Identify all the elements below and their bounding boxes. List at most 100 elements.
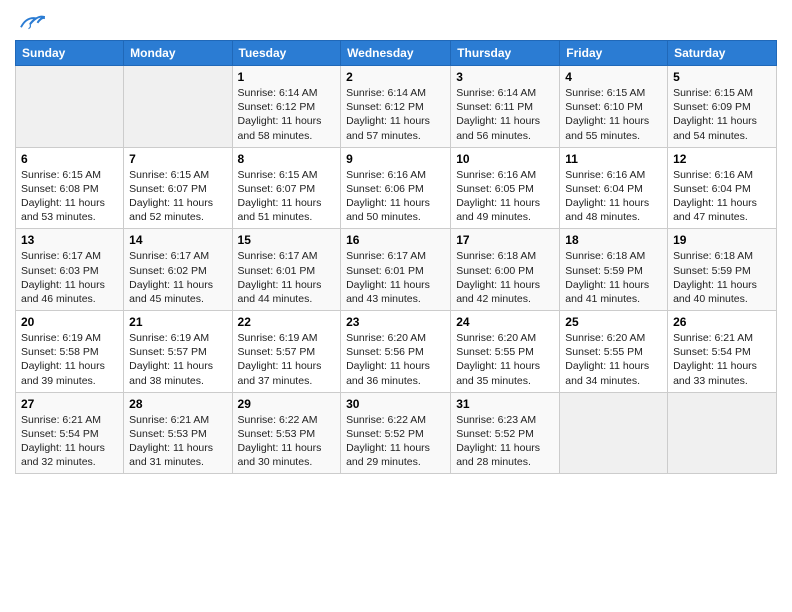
calendar-table: SundayMondayTuesdayWednesdayThursdayFrid… (15, 40, 777, 474)
weekday-header: Friday (560, 41, 668, 66)
day-info: Sunrise: 6:15 AMSunset: 6:07 PMDaylight:… (238, 168, 336, 225)
calendar-cell: 25 Sunrise: 6:20 AMSunset: 5:55 PMDayligh… (560, 311, 668, 393)
calendar-cell: 5 Sunrise: 6:15 AMSunset: 6:09 PMDaylight… (668, 66, 777, 148)
day-number: 22 (238, 315, 336, 329)
day-info: Sunrise: 6:18 AMSunset: 6:00 PMDaylight:… (456, 249, 554, 306)
calendar-cell: 26Sunrise: 6:21 AMSunset: 5:54 PMDayligh… (668, 311, 777, 393)
calendar-cell: 9 Sunrise: 6:16 AMSunset: 6:06 PMDaylight… (341, 147, 451, 229)
day-info: Sunrise: 6:19 AMSunset: 5:58 PMDaylight:… (21, 331, 118, 388)
day-number: 23 (346, 315, 445, 329)
calendar-cell: 23 Sunrise: 6:20 AMSunset: 5:56 PMDayligh… (341, 311, 451, 393)
day-info: Sunrise: 6:20 AMSunset: 5:55 PMDaylight:… (456, 331, 554, 388)
day-number: 26 (673, 315, 771, 329)
calendar-cell: 6 Sunrise: 6:15 AMSunset: 6:08 PMDaylight… (16, 147, 124, 229)
day-number: 18 (565, 233, 662, 247)
day-info: Sunrise: 6:16 AMSunset: 6:04 PMDaylight:… (673, 168, 771, 225)
weekday-header: Thursday (451, 41, 560, 66)
calendar-cell: 29 Sunrise: 6:22 AMSunset: 5:53 PMDayligh… (232, 392, 341, 474)
calendar-cell: 19 Sunrise: 6:18 AMSunset: 5:59 PMDayligh… (668, 229, 777, 311)
day-number: 4 (565, 70, 662, 84)
calendar-cell (560, 392, 668, 474)
day-number: 5 (673, 70, 771, 84)
weekday-header: Saturday (668, 41, 777, 66)
day-info: Sunrise: 6:23 AMSunset: 5:52 PMDaylight:… (456, 413, 554, 470)
weekday-header: Sunday (16, 41, 124, 66)
day-number: 15 (238, 233, 336, 247)
day-info: Sunrise: 6:22 AMSunset: 5:53 PMDaylight:… (238, 413, 336, 470)
day-info: Sunrise: 6:16 AMSunset: 6:06 PMDaylight:… (346, 168, 445, 225)
day-info: Sunrise: 6:19 AMSunset: 5:57 PMDaylight:… (129, 331, 226, 388)
day-number: 28 (129, 397, 226, 411)
calendar-cell: 17 Sunrise: 6:18 AMSunset: 6:00 PMDayligh… (451, 229, 560, 311)
day-number: 13 (21, 233, 118, 247)
day-info: Sunrise: 6:18 AMSunset: 5:59 PMDaylight:… (673, 249, 771, 306)
calendar-cell: 3 Sunrise: 6:14 AMSunset: 6:11 PMDaylight… (451, 66, 560, 148)
day-info: Sunrise: 6:17 AMSunset: 6:02 PMDaylight:… (129, 249, 226, 306)
calendar-cell: 22 Sunrise: 6:19 AMSunset: 5:57 PMDayligh… (232, 311, 341, 393)
calendar-cell: 15 Sunrise: 6:17 AMSunset: 6:01 PMDayligh… (232, 229, 341, 311)
calendar-cell: 20 Sunrise: 6:19 AMSunset: 5:58 PMDayligh… (16, 311, 124, 393)
day-number: 19 (673, 233, 771, 247)
day-number: 29 (238, 397, 336, 411)
day-info: Sunrise: 6:20 AMSunset: 5:56 PMDaylight:… (346, 331, 445, 388)
calendar-cell: 16Sunrise: 6:17 AMSunset: 6:01 PMDayligh… (341, 229, 451, 311)
calendar-cell: 1 Sunrise: 6:14 AMSunset: 6:12 PMDaylight… (232, 66, 341, 148)
day-number: 17 (456, 233, 554, 247)
day-number: 3 (456, 70, 554, 84)
calendar-cell: 31 Sunrise: 6:23 AMSunset: 5:52 PMDayligh… (451, 392, 560, 474)
calendar-cell (668, 392, 777, 474)
calendar-cell: 2 Sunrise: 6:14 AMSunset: 6:12 PMDaylight… (341, 66, 451, 148)
day-number: 8 (238, 152, 336, 166)
day-number: 2 (346, 70, 445, 84)
calendar-cell: 14 Sunrise: 6:17 AMSunset: 6:02 PMDayligh… (124, 229, 232, 311)
day-info: Sunrise: 6:19 AMSunset: 5:57 PMDaylight:… (238, 331, 336, 388)
day-info: Sunrise: 6:20 AMSunset: 5:55 PMDaylight:… (565, 331, 662, 388)
day-info: Sunrise: 6:18 AMSunset: 5:59 PMDaylight:… (565, 249, 662, 306)
day-number: 25 (565, 315, 662, 329)
day-number: 1 (238, 70, 336, 84)
calendar-cell: 10 Sunrise: 6:16 AMSunset: 6:05 PMDayligh… (451, 147, 560, 229)
calendar-cell: 4 Sunrise: 6:15 AMSunset: 6:10 PMDaylight… (560, 66, 668, 148)
day-info: Sunrise: 6:17 AMSunset: 6:01 PMDaylight:… (238, 249, 336, 306)
logo-icon (15, 10, 45, 34)
weekday-header: Monday (124, 41, 232, 66)
day-number: 21 (129, 315, 226, 329)
day-number: 14 (129, 233, 226, 247)
day-info: Sunrise: 6:15 AMSunset: 6:10 PMDaylight:… (565, 86, 662, 143)
calendar-cell: 30 Sunrise: 6:22 AMSunset: 5:52 PMDayligh… (341, 392, 451, 474)
day-info: Sunrise: 6:21 AMSunset: 5:54 PMDaylight:… (21, 413, 118, 470)
day-info: Sunrise: 6:14 AMSunset: 6:11 PMDaylight:… (456, 86, 554, 143)
day-number: 6 (21, 152, 118, 166)
day-number: 24 (456, 315, 554, 329)
day-info: Sunrise: 6:17 AMSunset: 6:03 PMDaylight:… (21, 249, 118, 306)
calendar-cell: 8 Sunrise: 6:15 AMSunset: 6:07 PMDaylight… (232, 147, 341, 229)
day-number: 20 (21, 315, 118, 329)
calendar-cell: 27 Sunrise: 6:21 AMSunset: 5:54 PMDayligh… (16, 392, 124, 474)
calendar-cell (16, 66, 124, 148)
logo (15, 10, 49, 34)
day-info: Sunrise: 6:15 AMSunset: 6:09 PMDaylight:… (673, 86, 771, 143)
day-info: Sunrise: 6:14 AMSunset: 6:12 PMDaylight:… (346, 86, 445, 143)
day-number: 16 (346, 233, 445, 247)
day-info: Sunrise: 6:16 AMSunset: 6:04 PMDaylight:… (565, 168, 662, 225)
day-number: 27 (21, 397, 118, 411)
day-info: Sunrise: 6:15 AMSunset: 6:08 PMDaylight:… (21, 168, 118, 225)
day-info: Sunrise: 6:22 AMSunset: 5:52 PMDaylight:… (346, 413, 445, 470)
day-info: Sunrise: 6:16 AMSunset: 6:05 PMDaylight:… (456, 168, 554, 225)
day-number: 7 (129, 152, 226, 166)
calendar-cell: 7 Sunrise: 6:15 AMSunset: 6:07 PMDaylight… (124, 147, 232, 229)
day-number: 31 (456, 397, 554, 411)
weekday-header: Wednesday (341, 41, 451, 66)
day-number: 9 (346, 152, 445, 166)
calendar-cell (124, 66, 232, 148)
calendar-cell: 24 Sunrise: 6:20 AMSunset: 5:55 PMDayligh… (451, 311, 560, 393)
day-info: Sunrise: 6:21 AMSunset: 5:53 PMDaylight:… (129, 413, 226, 470)
calendar-cell: 28 Sunrise: 6:21 AMSunset: 5:53 PMDayligh… (124, 392, 232, 474)
day-info: Sunrise: 6:14 AMSunset: 6:12 PMDaylight:… (238, 86, 336, 143)
calendar-cell: 11Sunrise: 6:16 AMSunset: 6:04 PMDayligh… (560, 147, 668, 229)
day-info: Sunrise: 6:15 AMSunset: 6:07 PMDaylight:… (129, 168, 226, 225)
calendar-cell: 18 Sunrise: 6:18 AMSunset: 5:59 PMDayligh… (560, 229, 668, 311)
day-number: 30 (346, 397, 445, 411)
day-number: 10 (456, 152, 554, 166)
calendar-cell: 21 Sunrise: 6:19 AMSunset: 5:57 PMDayligh… (124, 311, 232, 393)
